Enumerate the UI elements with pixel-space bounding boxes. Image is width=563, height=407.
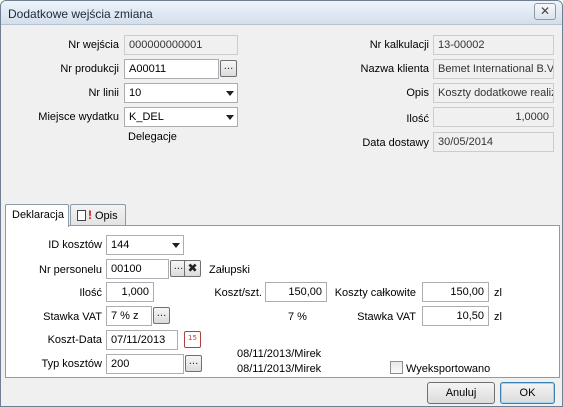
tab-deklaracja[interactable]: Deklaracja <box>5 204 69 227</box>
ilosc-field: 1,0000 <box>433 107 554 127</box>
close-button[interactable]: ✕ <box>534 3 556 20</box>
deklaracja-panel: ID kosztów 144 Nr personelu 00100 ... ✖ … <box>5 225 560 378</box>
nr-kalkulacji-label: Nr kalkulacji <box>369 39 429 51</box>
typ-kosztow-input[interactable]: 200 <box>106 354 184 374</box>
miejsce-wydatku-label: Miejsce wydatku <box>38 111 119 123</box>
stawka-vat-left-label: Stawka VAT <box>43 311 102 323</box>
opis-label: Opis <box>406 87 429 99</box>
nr-wejscia-field: 000000000001 <box>124 35 238 55</box>
stawka-vat-right-input[interactable]: 10,50 <box>422 306 489 326</box>
nazwa-klienta-field: Bemet International B.V. <box>433 59 554 79</box>
id-kosztow-select[interactable]: 144 <box>106 235 184 255</box>
wyeksportowano-checkbox[interactable] <box>390 361 403 374</box>
data-dostawy-field: 30/05/2014 <box>433 132 554 152</box>
stawka-vat-lookup-button[interactable]: ... <box>153 307 170 324</box>
data-dostawy-label: Data dostawy <box>362 137 429 149</box>
koszt-szt-input[interactable]: 150,00 <box>265 282 327 302</box>
ilosc-label: Ilość <box>406 113 429 125</box>
koszty-calkowite-input[interactable]: 150,00 <box>422 282 489 302</box>
nr-personelu-label: Nr personelu <box>39 264 102 276</box>
ellipsis-icon: ... <box>173 261 184 272</box>
tab-bar: Deklaracja ! Opis <box>5 204 560 227</box>
typ-kosztow-lookup-button[interactable]: ... <box>185 355 202 372</box>
calendar-button[interactable]: 15 <box>184 331 201 348</box>
nr-personelu-input[interactable]: 00100 <box>106 259 169 279</box>
nr-produkcji-input[interactable]: A00011 <box>124 59 219 79</box>
ellipsis-icon: ... <box>156 308 167 319</box>
chevron-down-icon <box>172 243 180 248</box>
tab-opis-label: Opis <box>95 210 118 222</box>
title-bar[interactable]: Dodatkowe wejścia zmiana ✕ <box>1 1 562 25</box>
vat-percent-text: 7 % <box>288 311 307 323</box>
nazwa-klienta-label: Nazwa klienta <box>360 63 429 75</box>
stawka-vat-left-input[interactable]: 7 % z <box>106 306 152 326</box>
nr-produkcji-label: Nr produkcji <box>60 63 119 75</box>
koszty-calkowite-unit: zl <box>494 287 502 299</box>
miejsce-wydatku-description: Delegacje <box>128 131 177 143</box>
warning-mark: ! <box>88 208 92 222</box>
cancel-button[interactable]: Anuluj <box>427 382 495 404</box>
chevron-down-icon <box>226 115 234 120</box>
stawka-vat-right-label: Stawka VAT <box>357 311 416 323</box>
miejsce-wydatku-select[interactable]: K_DEL <box>124 107 238 127</box>
nr-produkcji-lookup-button[interactable]: ... <box>220 60 237 77</box>
nr-kalkulacji-field: 13-00002 <box>433 35 554 55</box>
ellipsis-icon: ... <box>188 356 199 367</box>
typ-kosztow-label: Typ kosztów <box>41 358 102 370</box>
nr-personelu-clear-button[interactable]: ✖ <box>184 260 201 277</box>
ok-button[interactable]: OK <box>500 382 555 404</box>
document-warning-icon <box>77 210 86 221</box>
chevron-down-icon <box>226 91 234 96</box>
nr-linii-select[interactable]: 10 <box>124 83 238 103</box>
opis-field: Koszty dodatkowe realiza <box>433 83 554 103</box>
close-icon: ✖ <box>187 261 198 275</box>
created-stamp: 08/11/2013/Mirek <box>237 348 322 360</box>
window-title: Dodatkowe wejścia zmiana <box>8 7 153 21</box>
miejsce-wydatku-value: K_DEL <box>129 111 164 123</box>
id-kosztow-label: ID kosztów <box>48 239 102 251</box>
tab-opis[interactable]: ! Opis <box>70 204 126 226</box>
ilosc-input[interactable]: 1,000 <box>106 282 154 302</box>
nr-linii-label: Nr linii <box>88 87 119 99</box>
koszt-szt-label: Koszt/szt. <box>214 287 262 299</box>
ellipsis-icon: ... <box>223 61 234 72</box>
stawka-vat-right-unit: zl <box>494 311 502 323</box>
close-icon: ✕ <box>539 4 551 18</box>
wyeksportowano-label: Wyeksportowano <box>406 363 491 375</box>
nr-wejscia-label: Nr wejścia <box>68 39 119 51</box>
tab-deklaracja-label: Deklaracja <box>12 209 64 221</box>
koszty-calkowite-label: Koszty całkowite <box>334 287 416 299</box>
ilosc-label: Ilość <box>79 287 102 299</box>
koszt-data-label: Koszt-Data <box>47 334 102 346</box>
koszt-data-input[interactable]: 07/11/2013 <box>106 330 178 350</box>
personel-name: Załupski <box>209 264 250 276</box>
calendar-icon: 15 <box>188 334 197 342</box>
dialog-window: Dodatkowe wejścia zmiana ✕ Nr wejścia 00… <box>0 0 563 407</box>
id-kosztow-value: 144 <box>111 239 130 251</box>
modified-stamp: 08/11/2013/Mirek <box>237 363 322 375</box>
nr-linii-value: 10 <box>129 87 142 99</box>
